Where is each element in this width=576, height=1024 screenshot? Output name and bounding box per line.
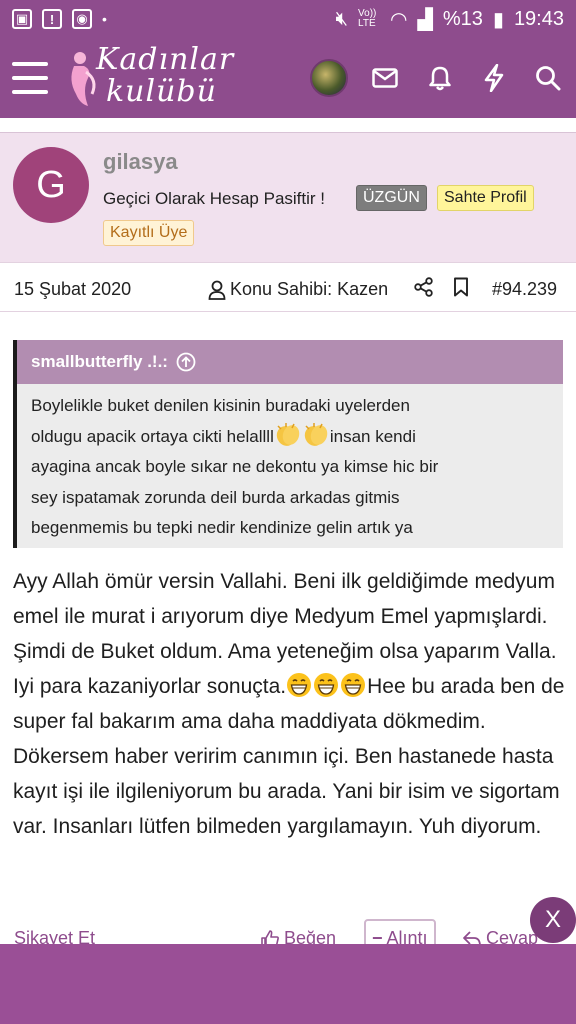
quote-line: ayagina ancak boyle sıkar ne dekontu ya … xyxy=(31,457,439,476)
app-header: Kadınlar kulübü xyxy=(0,38,576,118)
avatar[interactable] xyxy=(310,59,348,97)
menu-icon[interactable] xyxy=(12,62,48,94)
quote-header[interactable]: smallbutterfly .!.: xyxy=(17,340,563,384)
user-icon xyxy=(208,280,226,300)
bookmark-icon[interactable] xyxy=(453,277,469,302)
quote-line: oldugu apacik ortaya cikti helallll insan… xyxy=(31,422,549,453)
post-actions: Şikayet Et Beğen − Alıntı Cevap xyxy=(0,916,576,946)
grinning-face-icon xyxy=(287,673,312,697)
post-number[interactable]: #94.239 xyxy=(492,279,557,300)
mood-badge: ÜZGÜN xyxy=(356,185,427,211)
author-name[interactable]: gilasya xyxy=(103,149,178,175)
quote-author[interactable]: smallbutterfly .!.: xyxy=(31,352,168,372)
bolt-icon[interactable] xyxy=(476,60,512,96)
mute-icon: 🔇︎ xyxy=(335,7,349,30)
signal-icon: ▟ xyxy=(417,8,433,31)
author-title: Geçici Olarak Hesap Pasiftir ! xyxy=(103,189,326,208)
post-date[interactable]: 15 Şubat 2020 xyxy=(14,279,131,300)
system-icons: 🔇︎ Vo)) LTE ◠ ▟ %13 ▮ 19:43 xyxy=(335,7,564,32)
grinning-face-icon xyxy=(314,673,339,697)
warning-icon: ! xyxy=(42,9,62,29)
bell-icon[interactable] xyxy=(422,60,458,96)
post-text: Hee bu arada ben de super fal bakarım am… xyxy=(13,675,565,838)
quote-line-part: insan kendi xyxy=(329,426,416,446)
bottom-ad-banner[interactable] xyxy=(0,944,576,1024)
quote-text: Boylelikle buket denilen kisinin buradak… xyxy=(17,384,563,544)
site-logo[interactable]: Kadınlar kulübü xyxy=(66,44,233,114)
clapping-hands-icon xyxy=(304,422,328,446)
logo-figure-icon xyxy=(71,52,96,106)
logo-line-2: kulübü xyxy=(106,74,217,109)
share-icon[interactable] xyxy=(414,277,434,302)
clapping-hands-icon xyxy=(276,422,300,446)
battery-percent: %13 xyxy=(442,7,483,30)
wifi-icon: ◠ xyxy=(390,8,408,31)
arrow-up-circle-icon[interactable] xyxy=(176,352,196,372)
mail-icon[interactable] xyxy=(367,60,403,96)
network-indicator: Vo)) LTE xyxy=(358,8,377,29)
fake-profile-badge: Sahte Profil xyxy=(437,185,534,211)
thread-owner: Konu Sahibi: Kazen xyxy=(208,279,388,300)
image-icon: ▣ xyxy=(12,9,32,29)
quote-line: Boylelikle buket denilen kisinin buradak… xyxy=(31,396,410,415)
member-badge: Kayıtlı Üye xyxy=(103,220,195,246)
search-icon[interactable] xyxy=(530,60,566,96)
dot-icon: • xyxy=(102,11,107,27)
battery-icon: ▮ xyxy=(492,8,504,31)
author-avatar[interactable]: G xyxy=(13,147,89,223)
quote-line-part: oldugu apacik ortaya cikti helallll xyxy=(31,426,274,446)
logo-line-1: Kadınlar xyxy=(96,42,235,77)
post-meta: 15 Şubat 2020 Konu Sahibi: Kazen #94.239 xyxy=(0,262,576,312)
quote-line: sey ispatamak zorunda deil burda arkadas… xyxy=(31,487,400,507)
notification-icons: ▣ ! ◉ • xyxy=(12,9,107,29)
thread-owner-label: Konu Sahibi: Kazen xyxy=(230,279,389,299)
clock: 19:43 xyxy=(513,7,564,30)
post-author-card: G gilasya Geçici Olarak Hesap Pasiftir !… xyxy=(0,132,576,262)
quote-button[interactable]: − Alıntı xyxy=(364,919,436,946)
post-body: Ayy Allah ömür versin Vallahi. Beni ilk … xyxy=(13,564,565,844)
quote-block: smallbutterfly .!.: Boylelikle buket den… xyxy=(13,340,563,548)
status-bar: ▣ ! ◉ • 🔇︎ Vo)) LTE ◠ ▟ %13 ▮ 19:43 xyxy=(0,0,576,38)
app-icon: ◉ xyxy=(72,9,92,29)
quote-line: begenmemis bu tepki nedir kendinize geli… xyxy=(31,518,413,537)
grinning-face-icon xyxy=(341,673,366,697)
close-ad-button[interactable]: X xyxy=(530,897,576,943)
logo-text: Kadınlar kulübü xyxy=(96,44,234,108)
